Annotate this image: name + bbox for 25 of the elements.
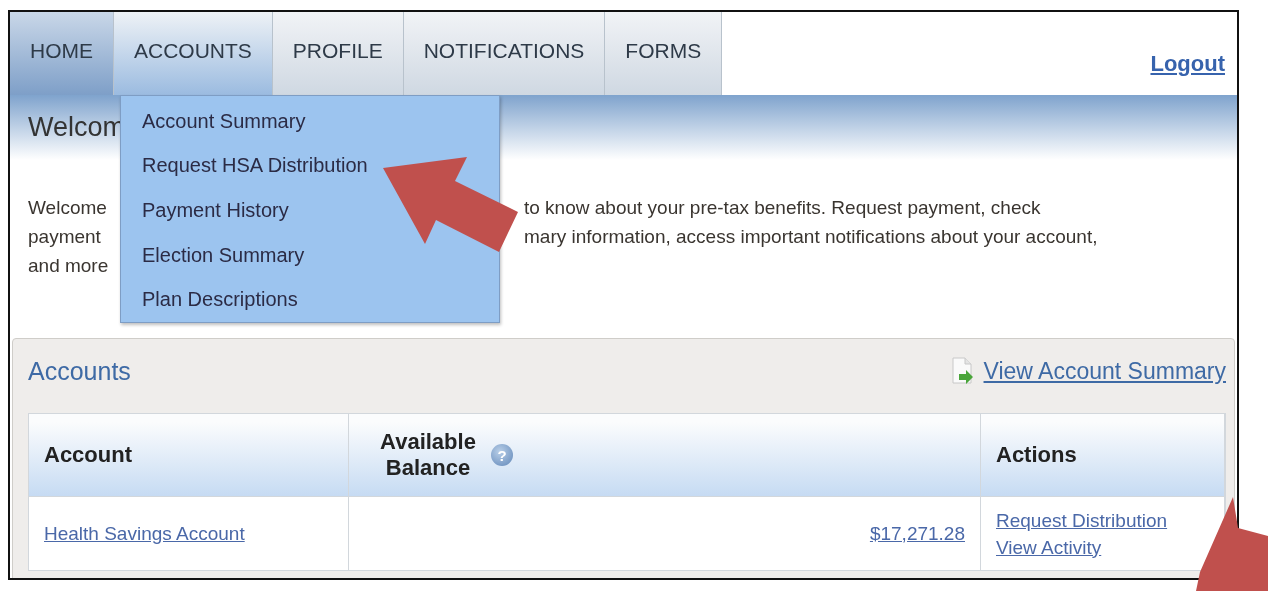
menu-item[interactable]: Plan Descriptions [142, 277, 298, 322]
menu-item[interactable]: Account Summary [142, 99, 306, 144]
nav-tab[interactable]: ACCOUNTS [114, 12, 273, 95]
menu-item[interactable]: Request HSA Distribution [142, 143, 368, 189]
logout-link[interactable]: Logout [1150, 51, 1225, 77]
balance-link[interactable]: $17,271.28 [869, 522, 965, 545]
menu-item[interactable]: Election Summary [142, 232, 305, 278]
nav-tab[interactable]: NOTIFICATIONS [403, 12, 606, 95]
nav-tab[interactable]: PROFILE [272, 12, 404, 95]
column-header: Actions [981, 414, 1225, 496]
action-link[interactable]: View Activity [996, 533, 1102, 561]
action-link[interactable]: Request Distribution [996, 506, 1168, 534]
account-link[interactable]: Health Savings Account [44, 522, 245, 545]
intro-text: payment [28, 225, 102, 249]
nav-tab[interactable]: HOME [10, 12, 114, 95]
intro-text: Welcome [28, 196, 108, 220]
intro-text: mary information, access important notifications about your account, [524, 225, 1099, 249]
view-summary-link[interactable]: View Account Summary [983, 357, 1226, 385]
column-header: Account [29, 414, 349, 496]
panel-title: Accounts [28, 356, 131, 386]
nav-tab[interactable]: FORMS [605, 12, 723, 95]
intro-text: to know about your pre-tax benefits. Request payment, check [524, 196, 1042, 220]
menu-item[interactable]: Payment History [142, 188, 289, 233]
document-icon [949, 357, 976, 385]
intro-text: and more [28, 254, 110, 278]
